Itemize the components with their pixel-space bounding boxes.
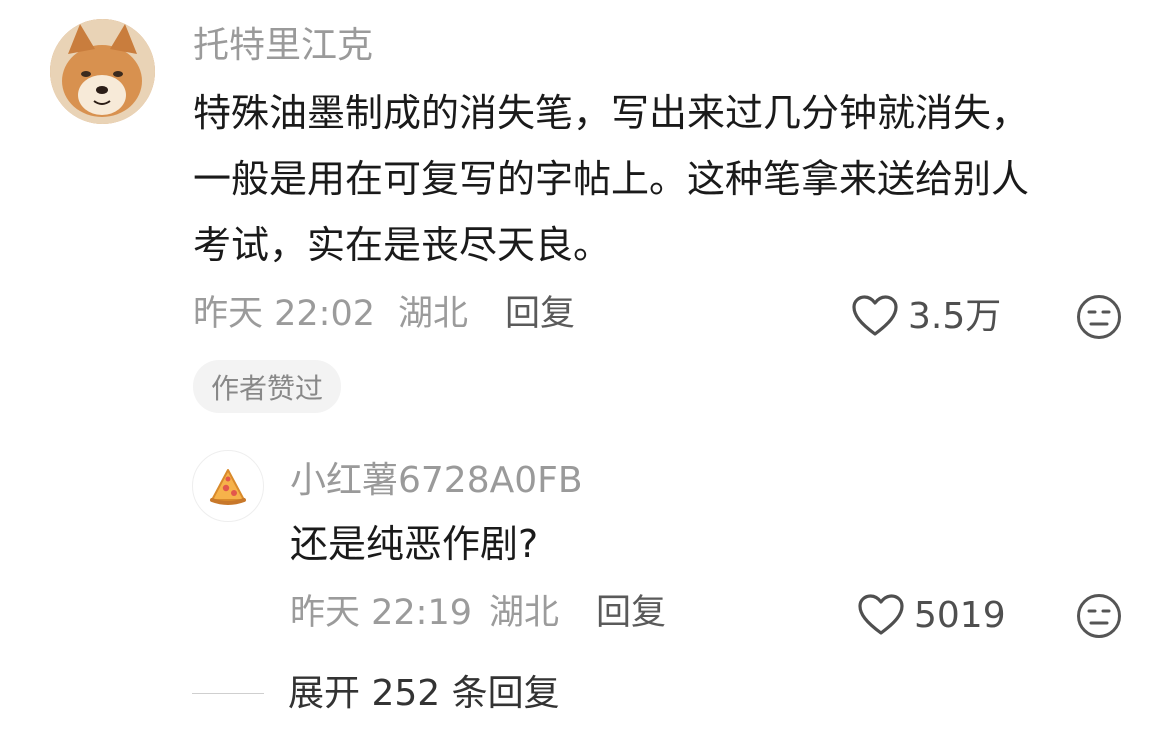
comment-content-line-2: 一般是用在可复写的字帖上。这种笔拿来送给别人: [193, 157, 1030, 201]
expand-divider: [192, 693, 264, 694]
meh-face-icon[interactable]: [1076, 294, 1122, 340]
meh-face-icon[interactable]: [1076, 593, 1122, 639]
comment-content-line-1: 特殊油墨制成的消失笔，写出来过几分钟就消失，: [193, 91, 1030, 135]
shiba-dog-avatar-icon: [50, 19, 155, 124]
comment-username[interactable]: 托特里江克: [193, 28, 373, 64]
like-count: 3.5万: [908, 296, 1002, 337]
pizza-slice-avatar-icon: [210, 469, 246, 505]
reply-time: 昨天 22:19: [290, 593, 472, 633]
expand-replies-button[interactable]: 展开 252 条回复: [288, 676, 560, 712]
reply-reply-button[interactable]: 回复: [596, 596, 666, 631]
comment-location: 湖北: [398, 294, 469, 334]
heart-outline-icon[interactable]: [858, 594, 904, 636]
reply-like-count: 5019: [914, 595, 1006, 636]
comment-time: 昨天 22:02: [193, 294, 375, 334]
heart-outline-icon[interactable]: [852, 295, 898, 337]
reply-location: 湖北: [489, 593, 560, 633]
comment-content-line-3: 考试，实在是丧尽天良。: [193, 223, 612, 267]
author-liked-badge: 作者赞过: [193, 360, 342, 413]
user-avatar[interactable]: [50, 19, 155, 124]
reply-user-avatar[interactable]: [192, 450, 264, 522]
reply-button[interactable]: 回复: [505, 297, 575, 332]
reply-username[interactable]: 小红薯6728A0FB: [290, 463, 583, 499]
reply-content: 还是纯恶作剧?: [290, 522, 539, 566]
